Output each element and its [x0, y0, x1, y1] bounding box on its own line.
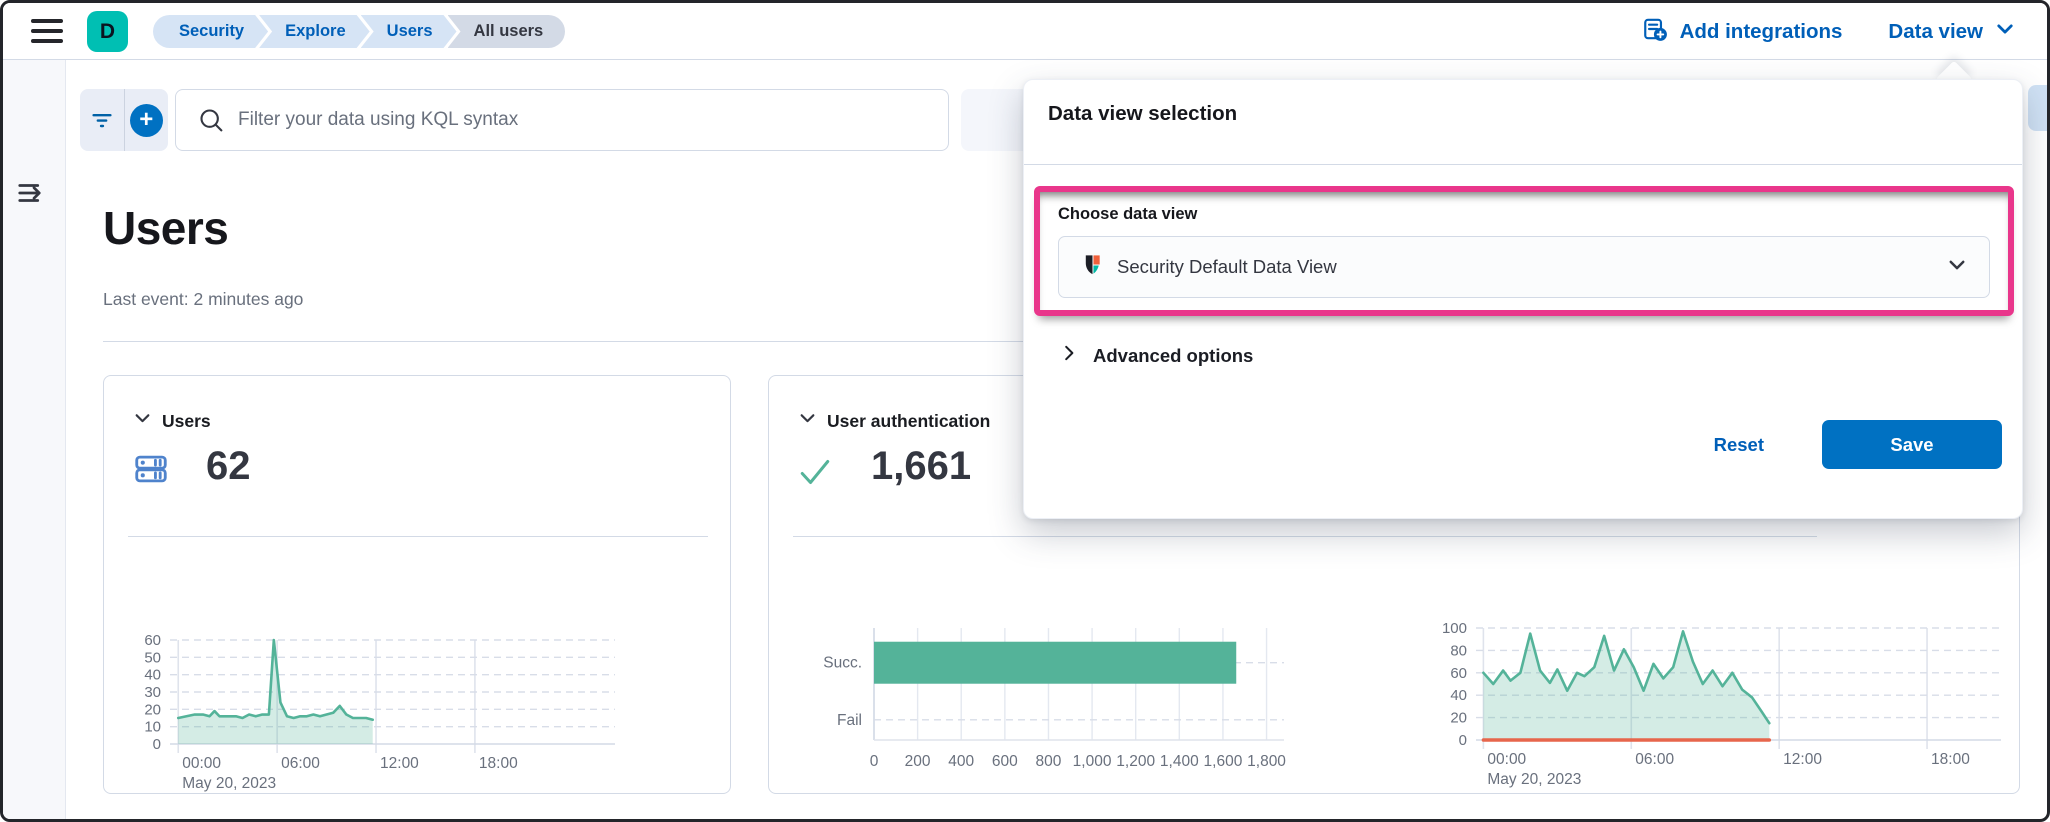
data-view-selection-popover: Data view selection Choose data view Sec… — [1023, 79, 2023, 519]
space-avatar[interactable]: D — [87, 11, 128, 52]
chevron-right-icon — [1060, 344, 1078, 367]
add-integrations-icon — [1642, 16, 1668, 48]
svg-text:40: 40 — [1450, 687, 1467, 704]
svg-text:May 20, 2023: May 20, 2023 — [182, 775, 276, 792]
svg-text:12:00: 12:00 — [1783, 751, 1822, 768]
divider — [128, 536, 708, 537]
svg-text:100: 100 — [1442, 620, 1467, 637]
svg-text:06:00: 06:00 — [1635, 751, 1674, 768]
breadcrumb-users[interactable]: Users — [361, 15, 457, 48]
annotation-highlight-box: Choose data view Security Default Data V… — [1034, 186, 2014, 316]
choose-data-view-label: Choose data view — [1058, 205, 1197, 224]
svg-text:May 20, 2023: May 20, 2023 — [1487, 771, 1581, 788]
svg-text:60: 60 — [144, 632, 161, 649]
svg-text:0: 0 — [870, 753, 879, 770]
svg-text:Fail: Fail — [837, 712, 862, 729]
svg-text:18:00: 18:00 — [1931, 751, 1970, 768]
svg-text:30: 30 — [144, 684, 161, 701]
auth-bar-chart: 0 200 400 600 800 1,0001,200 1,400 1,6001,800 Su… — [804, 620, 1324, 792]
svg-text:800: 800 — [1036, 753, 1062, 770]
auth-card-header[interactable]: User authentication — [799, 410, 990, 432]
svg-text:1,800: 1,800 — [1247, 753, 1286, 770]
svg-text:60: 60 — [1450, 665, 1467, 682]
data-view-button[interactable]: Data view — [1888, 19, 2015, 45]
chevron-down-icon — [1995, 19, 2015, 45]
menu-icon[interactable] — [31, 19, 63, 44]
svg-text:80: 80 — [1450, 642, 1467, 659]
chevron-down-icon — [134, 410, 151, 432]
breadcrumb-security[interactable]: Security — [153, 15, 268, 48]
collapsed-sidebar — [3, 60, 66, 822]
svg-text:06:00: 06:00 — [281, 755, 320, 772]
chevron-down-icon — [1947, 255, 1967, 280]
breadcrumb-all-users: All users — [448, 15, 566, 48]
svg-text:20: 20 — [1450, 710, 1467, 727]
svg-text:400: 400 — [948, 753, 974, 770]
svg-text:0: 0 — [153, 736, 161, 753]
breadcrumb-explore[interactable]: Explore — [259, 15, 370, 48]
storage-icon — [132, 450, 170, 493]
svg-text:1,200: 1,200 — [1116, 753, 1155, 770]
popover-title: Data view selection — [1048, 102, 1237, 126]
filter-group: + — [80, 89, 168, 151]
data-view-select[interactable]: Security Default Data View — [1058, 236, 1990, 298]
expand-nav-icon[interactable] — [16, 178, 46, 208]
auth-success-count: 1,661 — [871, 444, 971, 489]
kql-search-input[interactable] — [238, 90, 938, 150]
header-actions: Add integrations Data view — [1642, 3, 2015, 60]
users-count: 62 — [206, 444, 251, 489]
svg-text:200: 200 — [905, 753, 931, 770]
last-event-label: Last event: 2 minutes ago — [103, 289, 303, 310]
svg-text:Succ.: Succ. — [823, 655, 862, 672]
svg-text:1,000: 1,000 — [1073, 753, 1112, 770]
svg-text:00:00: 00:00 — [1487, 751, 1526, 768]
check-icon — [797, 454, 833, 495]
users-kpi-card: Users 62 0102030405060 00:00 06:00 12:00 18:… — [103, 375, 731, 794]
svg-text:20: 20 — [144, 701, 161, 718]
svg-text:1,400: 1,400 — [1160, 753, 1199, 770]
svg-text:10: 10 — [144, 719, 161, 736]
svg-text:50: 50 — [144, 649, 161, 666]
users-area-chart: 0102030405060 00:00 06:00 12:00 18:00 May 20,… — [118, 622, 623, 794]
svg-text:1,600: 1,600 — [1204, 753, 1243, 770]
reset-button[interactable]: Reset — [1714, 434, 1764, 456]
add-filter-button[interactable]: + — [124, 89, 168, 151]
filter-button[interactable] — [80, 89, 124, 151]
security-shield-icon — [1081, 253, 1104, 281]
divider — [1024, 164, 2022, 165]
save-button[interactable]: Save — [1822, 420, 2002, 469]
plus-icon: + — [130, 104, 163, 137]
search-icon — [198, 107, 226, 140]
auth-area-chart: 0 20 40 60 80 100 00:00 06:00 12:00 18:00 May 20, … — [1409, 620, 2009, 792]
svg-text:600: 600 — [992, 753, 1018, 770]
divider — [793, 536, 1817, 537]
popover-actions: Reset Save — [1714, 420, 2002, 469]
svg-text:12:00: 12:00 — [380, 755, 419, 772]
add-integrations-button[interactable]: Add integrations — [1642, 16, 1843, 48]
users-card-header[interactable]: Users — [134, 410, 211, 432]
top-header: D Security Explore Users All users Add i… — [3, 3, 2047, 60]
svg-text:18:00: 18:00 — [479, 755, 518, 772]
svg-text:0: 0 — [1459, 732, 1467, 749]
page-title: Users — [103, 201, 228, 255]
breadcrumb: Security Explore Users All users — [153, 15, 565, 48]
chevron-down-icon — [799, 410, 816, 432]
update-button-fragment[interactable] — [2028, 85, 2050, 131]
svg-text:40: 40 — [144, 667, 161, 684]
svg-text:00:00: 00:00 — [182, 755, 221, 772]
app-window: D Security Explore Users All users Add i… — [0, 0, 2050, 822]
advanced-options-toggle[interactable]: Advanced options — [1060, 344, 1253, 367]
kql-search-bar — [175, 89, 949, 151]
